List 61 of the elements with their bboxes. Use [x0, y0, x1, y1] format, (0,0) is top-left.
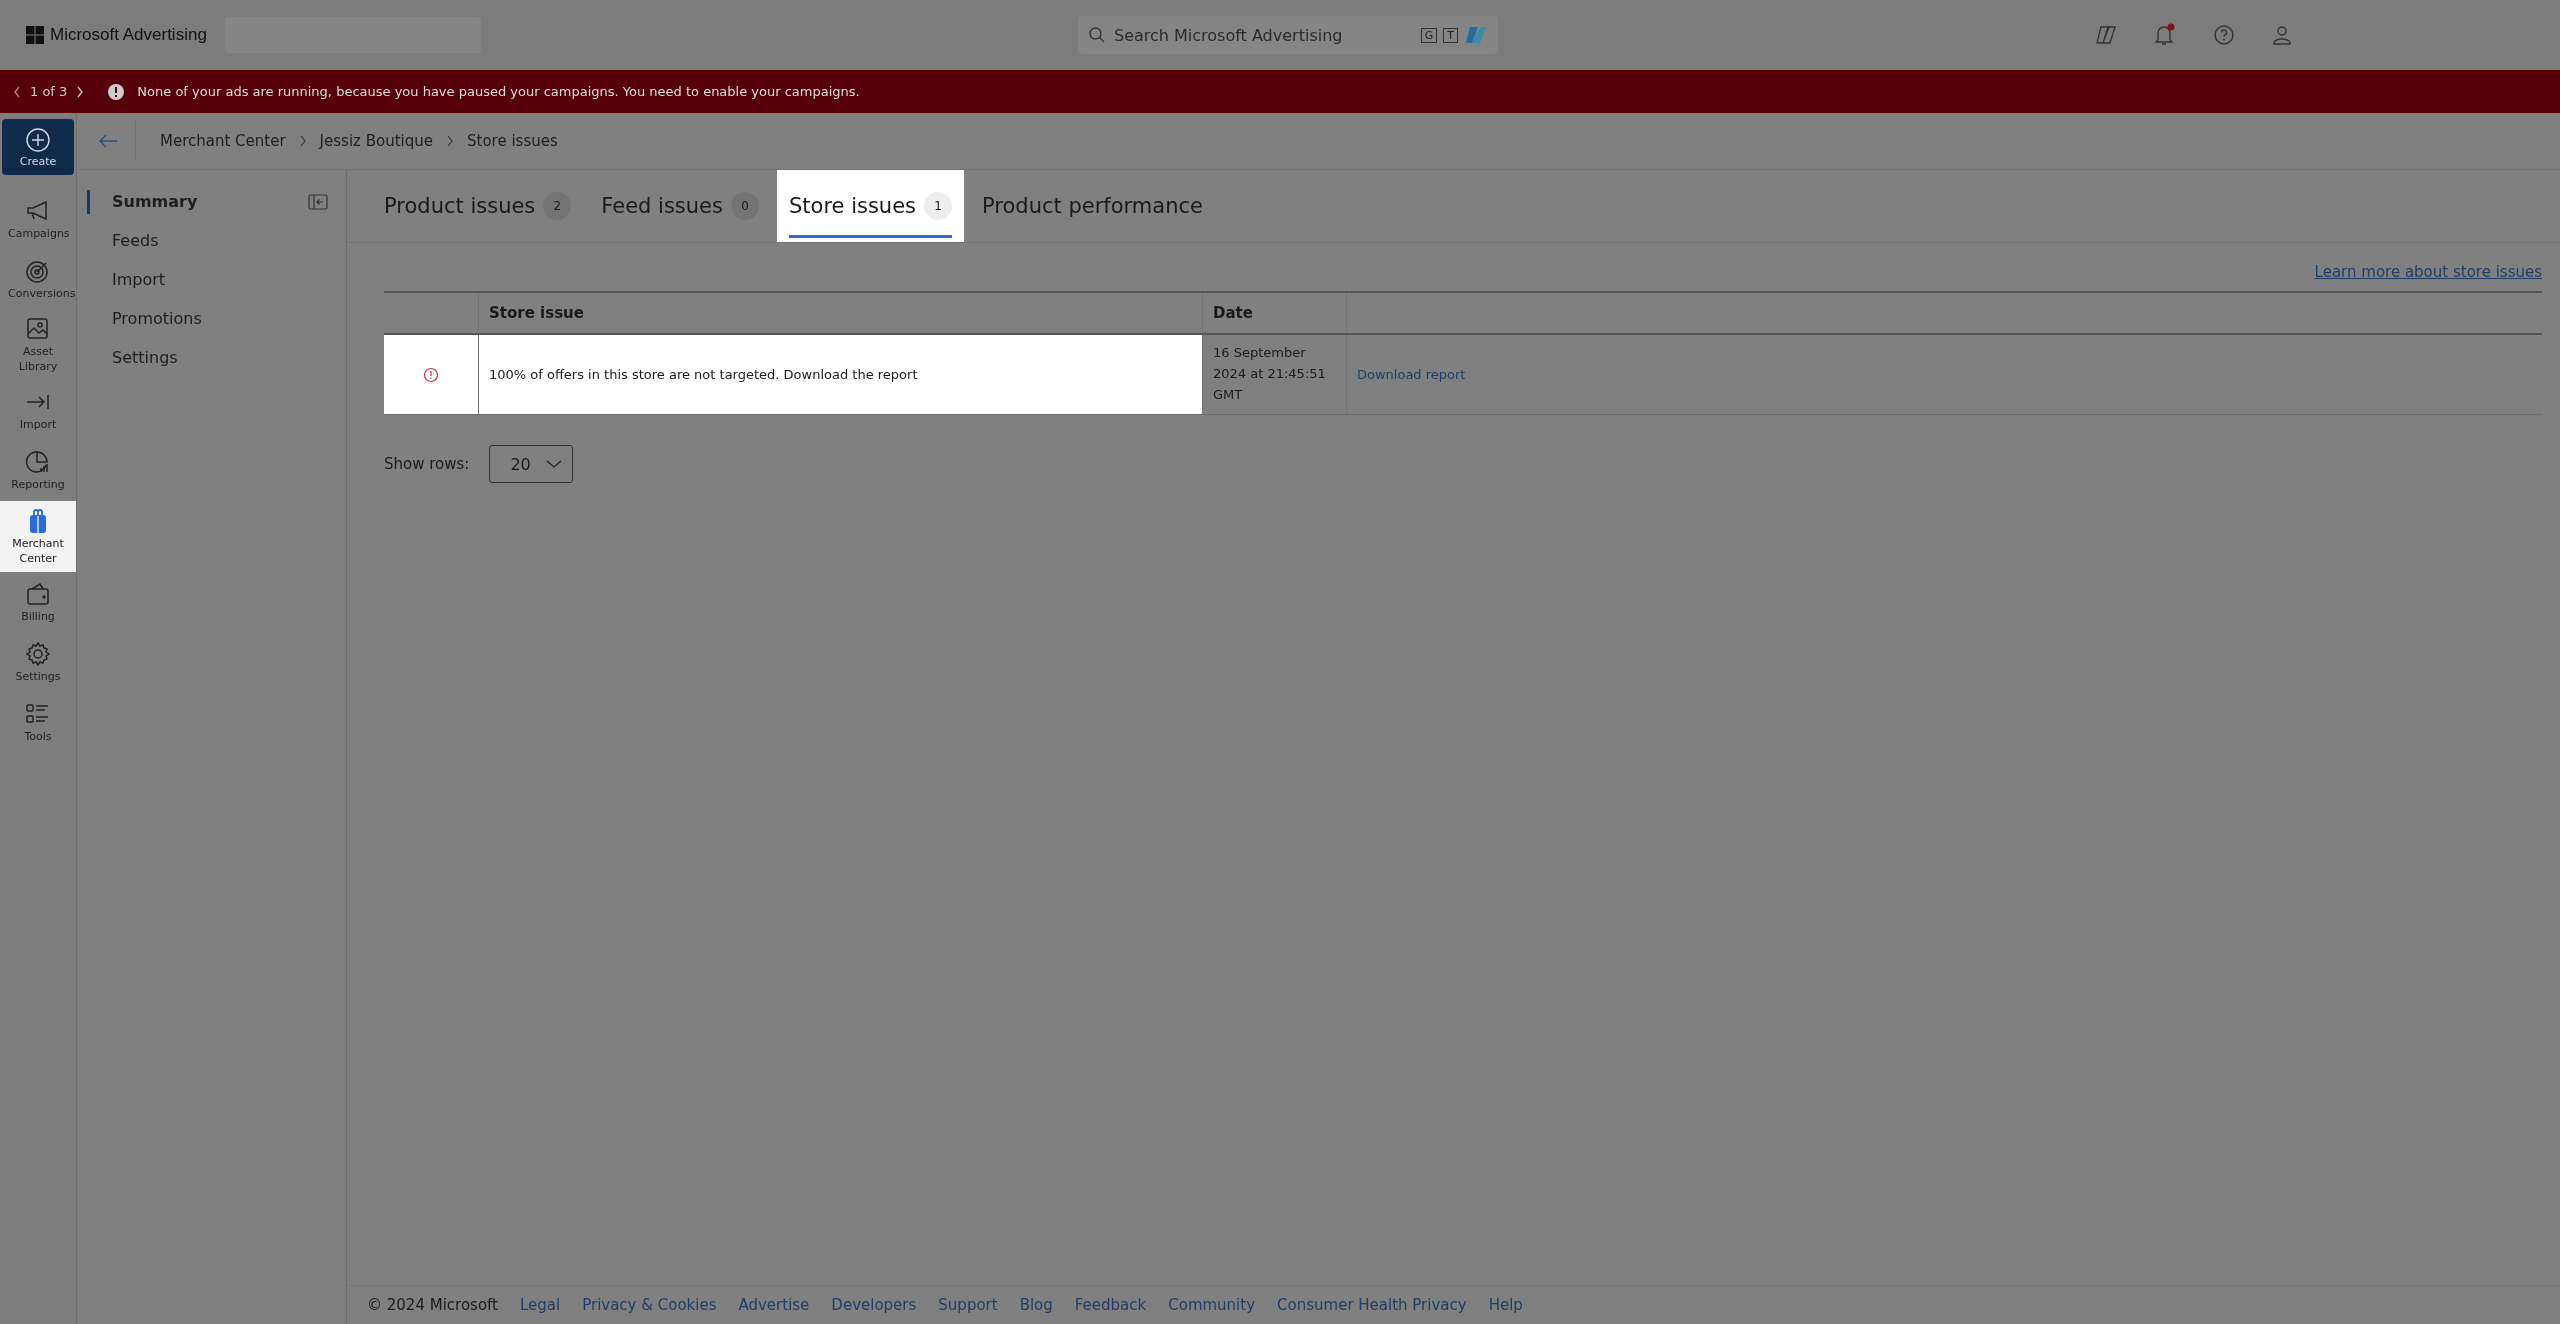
footer-link[interactable]: Help — [1488, 1296, 1523, 1314]
sidebar-item[interactable]: Import — [87, 267, 166, 292]
breadcrumb-link[interactable]: Merchant Center — [160, 132, 286, 150]
chevron-left-icon[interactable] — [12, 84, 22, 99]
collapse-pane-icon[interactable] — [308, 193, 328, 210]
show-rows-label: Show rows: — [384, 455, 470, 473]
chevron-down-icon — [546, 459, 563, 469]
banner-pager: 1 of 3 — [30, 84, 68, 99]
learn-more-link[interactable]: Learn more about store issues — [2314, 263, 2542, 281]
tab[interactable]: Feed issues 0 — [589, 170, 771, 242]
sidebar-item[interactable]: Settings — [87, 345, 178, 370]
error-icon — [423, 366, 439, 383]
footer-link[interactable]: Legal — [520, 1296, 561, 1314]
copyright-text: © 2024 Microsoft — [367, 1296, 498, 1314]
nav-rail-item[interactable]: Settings — [0, 632, 76, 693]
download-report-link[interactable]: Download report — [1357, 367, 1466, 382]
breadcrumb-link[interactable]: Jessiz Boutique — [319, 132, 433, 150]
tab[interactable]: Product issues 2 — [384, 170, 584, 242]
shortcut-key: G — [1420, 27, 1438, 43]
shortcut-key: T — [1443, 27, 1458, 43]
tab[interactable]: Store issues 1 — [776, 170, 965, 242]
nav-rail-item[interactable]: Tools — [0, 692, 76, 753]
plus-circle-icon — [25, 126, 51, 153]
footer-link[interactable]: Community — [1168, 1296, 1256, 1314]
person-icon[interactable] — [2270, 23, 2294, 47]
nav-rail-item[interactable]: Billing — [0, 572, 76, 633]
chevron-right-icon — [445, 134, 455, 148]
footer-link[interactable]: Developers — [831, 1296, 917, 1314]
rows-dropdown[interactable]: 20 — [489, 445, 574, 483]
banner-message: None of your ads are running, because you have paused your campaigns. You need to enable your campaigns. — [137, 84, 860, 99]
table-cell-text: 16 September 2024 at 21:45:51 GMT — [1213, 344, 1327, 404]
footer-link[interactable]: Blog — [1019, 1296, 1053, 1314]
column-header: Store issue — [489, 304, 584, 322]
nav-rail-item[interactable]: Reporting — [0, 440, 76, 501]
footer-link[interactable]: Advertise — [738, 1296, 810, 1314]
nav-rail-item[interactable]: Conversions — [0, 249, 76, 309]
sidebar-item[interactable]: Summary — [87, 189, 198, 214]
column-header: Date — [1213, 304, 1253, 322]
copilot-outline-icon[interactable] — [2094, 23, 2118, 47]
nav-rail-item[interactable]: Asset Library — [0, 309, 76, 381]
footer-link[interactable]: Support — [938, 1296, 998, 1314]
search-field[interactable]: Search Microsoft Advertising — [1112, 24, 1415, 46]
search-icon — [1088, 26, 1106, 44]
table-cell: 100% of offers in this store are not targeted. Download the report — [489, 367, 918, 382]
tab[interactable]: Product performance — [970, 170, 1215, 242]
nav-rail-item[interactable]: Merchant Center — [0, 500, 76, 573]
back-arrow-icon[interactable] — [97, 133, 119, 149]
sidebar-item[interactable]: Promotions — [87, 306, 202, 331]
gear-icon — [24, 639, 52, 668]
nav-rail-item[interactable]: Import — [0, 380, 76, 441]
help-icon[interactable] — [2212, 23, 2236, 47]
sidebar-item[interactable]: Feeds — [87, 228, 159, 253]
windows-logo-icon — [26, 26, 44, 44]
search-bar[interactable]: Search Microsoft Advertising G T — [1078, 16, 1498, 54]
info-icon — [107, 82, 126, 101]
footer-link[interactable]: Feedback — [1074, 1296, 1147, 1314]
footer-link[interactable]: Consumer Health Privacy — [1277, 1296, 1467, 1314]
footer-link[interactable]: Privacy & Cookies — [582, 1296, 717, 1314]
create-button[interactable]: Create — [2, 119, 74, 175]
nav-rail-item[interactable]: Campaigns — [0, 189, 76, 249]
app-name: Microsoft Advertising — [50, 25, 207, 45]
